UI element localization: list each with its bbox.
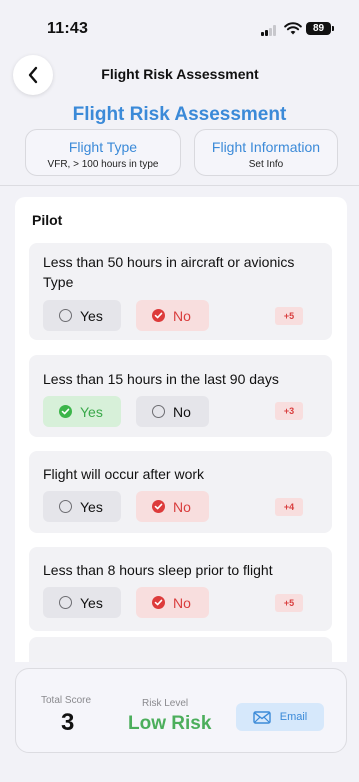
score-footer: Total Score 3 Risk Level Low Risk Email xyxy=(15,668,347,753)
battery-icon: 89 xyxy=(306,22,331,35)
points-badge: +5 xyxy=(275,594,303,612)
yes-label: Yes xyxy=(80,403,103,420)
page-title: Flight Risk Assessment xyxy=(72,104,287,125)
check-circle-icon xyxy=(152,500,165,513)
risk-level-value: Low Risk xyxy=(128,713,212,734)
radio-unchecked-icon xyxy=(59,309,72,322)
yes-label: Yes xyxy=(80,594,103,611)
question-text: Less than 15 hours in the last 90 days xyxy=(43,371,279,387)
points-badge: +3 xyxy=(275,402,303,420)
status-time: 11:43 xyxy=(47,20,89,37)
check-circle-icon xyxy=(152,309,165,322)
section-title: Pilot xyxy=(32,212,63,228)
no-option[interactable]: No xyxy=(136,396,209,427)
flight-information-title: Flight Information xyxy=(211,139,321,155)
cellular-signal-icon xyxy=(261,25,277,36)
no-label: No xyxy=(173,307,191,324)
question-card: Less than 8 hours sleep prior to flight … xyxy=(29,547,332,631)
no-option[interactable]: No xyxy=(136,491,209,522)
status-bar: 11:43 89 xyxy=(0,0,359,48)
yes-option[interactable]: Yes xyxy=(43,587,121,618)
flight-information-card[interactable]: Flight Information Set Info xyxy=(194,129,338,176)
flight-type-title: Flight Type xyxy=(68,139,138,155)
yes-label: Yes xyxy=(80,307,103,324)
check-circle-icon xyxy=(59,405,72,418)
question-card: Less than 50 hours in aircraft or avioni… xyxy=(29,243,332,340)
chevron-left-icon xyxy=(28,66,38,84)
divider xyxy=(0,185,359,186)
email-label: Email xyxy=(279,711,308,723)
yes-option[interactable]: Yes xyxy=(43,491,121,522)
no-label: No xyxy=(173,594,191,611)
yes-option[interactable]: Yes xyxy=(43,396,121,427)
question-text: Flight will occur after work xyxy=(43,466,205,482)
back-button[interactable] xyxy=(13,55,53,95)
points-badge: +4 xyxy=(275,498,303,516)
yes-label: Yes xyxy=(80,498,103,515)
flight-type-card[interactable]: Flight Type VFR, > 100 hours in type xyxy=(25,129,181,176)
risk-level-label: Risk Level xyxy=(142,698,189,709)
radio-unchecked-icon xyxy=(59,596,72,609)
flight-information-subtitle: Set Info xyxy=(248,159,284,170)
envelope-icon xyxy=(253,710,271,724)
battery-tip xyxy=(332,26,334,31)
no-label: No xyxy=(173,403,191,420)
question-card: Less than 15 hours in the last 90 days Y… xyxy=(29,355,332,437)
email-button[interactable]: Email xyxy=(236,703,324,731)
wifi-icon xyxy=(284,22,302,35)
question-text: Less than 8 hours sleep prior to flight xyxy=(43,562,273,578)
total-score-value: 3 xyxy=(61,709,75,736)
no-label: No xyxy=(173,498,191,515)
pilot-section: Pilot Less than 50 hours in aircraft or … xyxy=(15,197,347,662)
radio-unchecked-icon xyxy=(152,405,165,418)
flight-type-subtitle: VFR, > 100 hours in type xyxy=(47,159,159,170)
total-score-label: Total Score xyxy=(41,695,92,706)
no-option[interactable]: No xyxy=(136,300,209,331)
no-option[interactable]: No xyxy=(136,587,209,618)
points-badge: +5 xyxy=(275,307,303,325)
radio-unchecked-icon xyxy=(59,500,72,513)
question-text: Less than 50 hours in aircraft or avioni… xyxy=(43,254,295,290)
question-card-partial xyxy=(29,637,332,662)
question-card: Flight will occur after work Yes No +4 xyxy=(29,451,332,533)
nav-title: Flight Risk Assessment xyxy=(101,66,259,82)
check-circle-icon xyxy=(152,596,165,609)
yes-option[interactable]: Yes xyxy=(43,300,121,331)
